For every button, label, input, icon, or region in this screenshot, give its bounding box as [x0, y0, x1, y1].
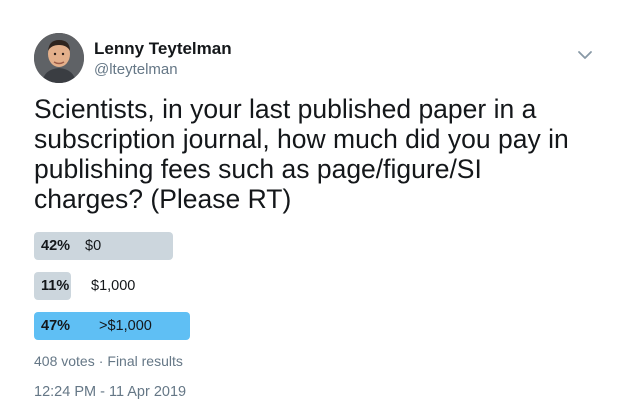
user-photo-icon — [34, 33, 84, 83]
poll-meta: 408 votes · Final results — [34, 353, 183, 369]
poll-option-2: 47% >$1,000 — [34, 309, 594, 343]
tweet-text: Scientists, in your last published paper… — [34, 94, 569, 214]
timestamp[interactable]: 12:24 PM - 11 Apr 2019 — [34, 384, 186, 400]
author-handle[interactable]: @lteytelman — [94, 61, 178, 78]
poll-percent: 47% — [41, 318, 71, 334]
poll-percent: 42% — [41, 238, 71, 254]
poll-option-label: $0 — [85, 238, 102, 254]
chevron-down-icon[interactable] — [576, 48, 594, 62]
separator-dot: · — [98, 353, 104, 369]
poll-option-0: 42% $0 — [34, 229, 594, 263]
avatar[interactable] — [34, 33, 84, 83]
author-name[interactable]: Lenny Teytelman — [94, 39, 232, 59]
poll-option-1: 11% $1,000 — [34, 269, 594, 303]
poll-percent: 11% — [41, 278, 70, 294]
poll-option-label: $1,000 — [91, 278, 136, 294]
poll: 42% $0 11% $1,000 47% >$1,000 — [34, 229, 594, 349]
tweet-card: Lenny Teytelman @lteytelman Scientists, … — [0, 0, 623, 419]
vote-count: 408 votes — [34, 353, 95, 369]
poll-option-label: >$1,000 — [99, 318, 152, 334]
poll-status: Final results — [107, 353, 183, 369]
